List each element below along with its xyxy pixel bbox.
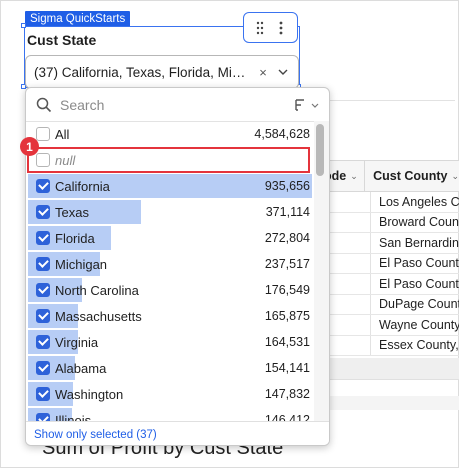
scrollbar-thumb[interactable]: [316, 124, 324, 176]
table-row: El Paso Count: [318, 274, 459, 295]
table-row: El Paso Count: [318, 253, 459, 274]
item-count: 147,832: [264, 387, 310, 401]
item-label: California: [55, 178, 110, 194]
chevron-down-icon[interactable]: [276, 69, 290, 75]
sort-icon[interactable]: [295, 99, 319, 111]
list-item[interactable]: Alabama 154,141: [26, 355, 314, 381]
item-count: 176,549: [264, 283, 310, 297]
table-cell: Wayne County: [370, 315, 459, 335]
item-label: Alabama: [55, 360, 107, 376]
list-item[interactable]: California 935,656: [26, 173, 314, 199]
checkbox[interactable]: [36, 127, 50, 141]
checkbox[interactable]: [36, 335, 50, 349]
resize-handle[interactable]: [21, 23, 26, 28]
table-cell: El Paso Count: [370, 274, 459, 294]
list-items: California 935,656 Texas 371,114 Florida 272,…: [26, 173, 314, 421]
item-label: Massachusetts: [55, 308, 142, 324]
bg-band: [318, 396, 459, 410]
dropdown-panel: All 4,584,628 null California 935,656 Texa…: [25, 87, 330, 446]
table-row: San Bernardin: [318, 233, 459, 254]
search-row: [26, 88, 329, 122]
checkbox[interactable]: [36, 257, 50, 271]
element-toolbar: [243, 12, 298, 43]
column-header-label: Cust County: [373, 169, 448, 183]
item-label: Washington: [55, 386, 124, 402]
column-header-cust-county[interactable]: Cust County ⌄: [364, 161, 459, 191]
chevron-down-icon: [311, 103, 319, 108]
list-item[interactable]: Florida 272,804: [26, 225, 314, 251]
table-cell: DuPage Count: [370, 294, 459, 314]
bg-divider: [330, 100, 455, 101]
item-count: 164,531: [264, 335, 310, 349]
table-footer-band: [318, 358, 459, 380]
checkbox[interactable]: [36, 361, 50, 375]
item-count: 935,656: [264, 179, 310, 193]
checkbox[interactable]: [36, 205, 50, 219]
search-icon: [34, 95, 54, 115]
table-cell: Essex County,: [370, 335, 459, 355]
table-body: Los Angeles C Broward Coun San Bernardin El…: [318, 192, 459, 356]
chevron-down-icon[interactable]: ⌄: [451, 171, 459, 182]
table-row: Essex County,: [318, 335, 459, 356]
item-label: Illinois: [55, 412, 92, 422]
more-vertical-icon[interactable]: [272, 18, 290, 38]
table-cell: El Paso Count: [370, 253, 459, 273]
checkbox[interactable]: [36, 309, 50, 323]
clear-icon[interactable]: ×: [256, 65, 270, 80]
search-input[interactable]: [60, 97, 295, 113]
item-label: Michigan: [55, 256, 108, 272]
item-label: null: [55, 152, 76, 168]
item-label: Florida: [55, 230, 95, 246]
annotation-badge: 1: [20, 137, 39, 156]
item-label: All: [55, 126, 70, 142]
table-row: Los Angeles C: [318, 192, 459, 213]
chevron-down-icon[interactable]: ⌄: [350, 171, 358, 182]
selection-tag: Sigma QuickStarts: [25, 11, 131, 27]
checkbox[interactable]: [36, 283, 50, 297]
list-item[interactable]: Washington 147,832: [26, 381, 314, 407]
list-item[interactable]: Illinois 146,412: [26, 407, 314, 421]
drag-handle-icon[interactable]: [251, 18, 269, 38]
item-count: 272,804: [264, 231, 310, 245]
value-list: All 4,584,628 null California 935,656 Texa…: [26, 121, 314, 421]
item-count: 154,141: [264, 361, 310, 375]
list-item[interactable]: Massachusetts 165,875: [26, 303, 314, 329]
item-label: Virginia: [55, 334, 99, 350]
list-item[interactable]: Texas 371,114: [26, 199, 314, 225]
checkbox[interactable]: [36, 231, 50, 245]
background-table: ode ⌄ Cust County ⌄ Los Angeles C Broward…: [318, 160, 459, 356]
checkbox[interactable]: [36, 387, 50, 401]
list-item[interactable]: Virginia 164,531: [26, 329, 314, 355]
show-only-selected-link[interactable]: Show only selected (37): [34, 429, 157, 441]
checkbox[interactable]: [36, 179, 50, 193]
table-header: ode ⌄ Cust County ⌄: [318, 160, 459, 192]
state-select[interactable]: (37) California, Texas, Florida, Michi..…: [25, 55, 299, 89]
checkbox[interactable]: [36, 153, 50, 167]
table-cell: Broward Coun: [370, 212, 459, 232]
item-count: 237,517: [264, 257, 310, 271]
item-count: 4,584,628: [254, 127, 310, 141]
item-label: Texas: [55, 204, 89, 220]
item-count: 371,114: [265, 205, 310, 219]
table-cell: San Bernardin: [370, 233, 459, 253]
item-count: 165,875: [264, 309, 310, 323]
select-value: (37) California, Texas, Florida, Michi..…: [34, 64, 252, 80]
list-item[interactable]: North Carolina 176,549: [26, 277, 314, 303]
table-row: Broward Coun: [318, 212, 459, 233]
list-item-null[interactable]: null: [26, 147, 314, 173]
table-cell: Los Angeles C: [370, 192, 459, 212]
dropdown-footer: Show only selected (37): [26, 421, 329, 445]
item-count: 146,412: [264, 413, 310, 421]
checkbox[interactable]: [36, 413, 50, 421]
table-row: DuPage Count: [318, 294, 459, 315]
item-label: North Carolina: [55, 282, 139, 298]
list-item[interactable]: Michigan 237,517: [26, 251, 314, 277]
table-row: Wayne County: [318, 315, 459, 336]
list-item-all[interactable]: All 4,584,628: [26, 121, 314, 147]
control-title: Cust State: [27, 32, 97, 48]
